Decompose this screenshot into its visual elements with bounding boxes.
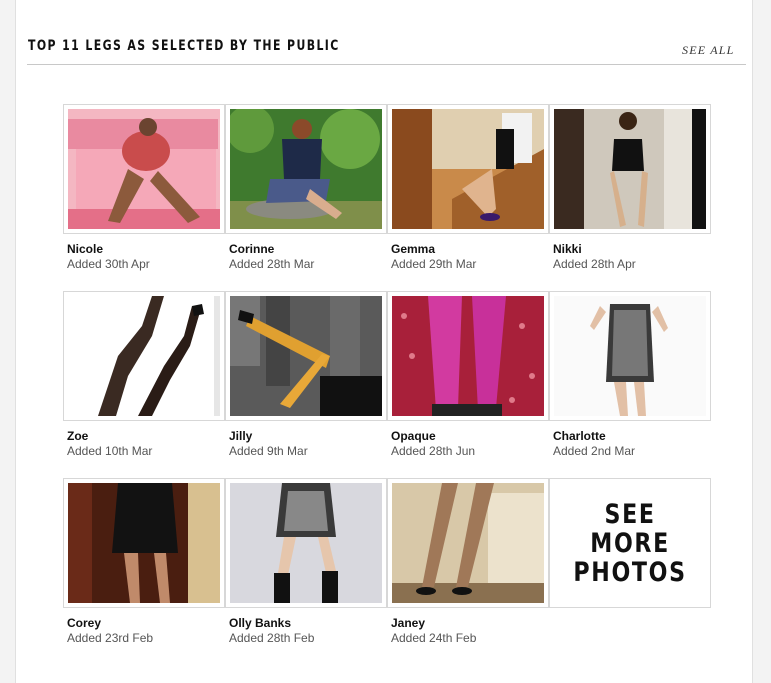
photo-date: Added 29th Mar [391,257,477,271]
photo-date: Added 28th Apr [553,257,636,271]
photo-image [392,109,544,229]
see-more-photos-button[interactable]: SEE MORE PHOTOS [549,478,711,608]
photo-name[interactable]: Corey [67,616,101,630]
photo-date: Added 23rd Feb [67,631,154,645]
photo-image [230,296,382,416]
photo-image [554,296,706,416]
photo-thumbnail[interactable] [387,478,549,608]
photo-name[interactable]: Corinne [229,242,274,256]
section-title: TOP 11 LEGS AS SELECTED BY THE PUBLIC [28,38,340,54]
photo-image [68,483,220,603]
photo-thumbnail[interactable] [387,291,549,421]
photo-image [392,483,544,603]
photo-name[interactable]: Nikki [553,242,582,256]
photo-thumbnail[interactable] [387,104,549,234]
photo-name[interactable]: Nicole [67,242,103,256]
photo-image [68,296,220,416]
photo-date: Added 28th Feb [229,631,315,645]
photo-thumbnail[interactable] [225,291,387,421]
photo-name[interactable]: Olly Banks [229,616,291,630]
photo-thumbnail[interactable] [225,478,387,608]
photo-thumbnail[interactable] [63,478,225,608]
header-divider [27,64,746,65]
photo-image [68,109,220,229]
photo-date: Added 28th Mar [229,257,315,271]
photo-name[interactable]: Gemma [391,242,435,256]
photo-date: Added 24th Feb [391,631,477,645]
photo-thumbnail[interactable] [225,104,387,234]
photo-name[interactable]: Zoe [67,429,88,443]
photo-date: Added 28th Jun [391,444,476,458]
photo-date: Added 9th Mar [229,444,308,458]
photo-name[interactable]: Opaque [391,429,436,443]
photo-date: Added 2nd Mar [553,444,636,458]
photo-name[interactable]: Jilly [229,429,252,443]
photo-thumbnail[interactable] [549,104,711,234]
photo-name[interactable]: Janey [391,616,425,630]
photo-thumbnail[interactable] [63,104,225,234]
photo-image [554,109,706,229]
photo-name[interactable]: Charlotte [553,429,606,443]
see-more-label: SEE MORE PHOTOS [573,498,687,588]
photo-thumbnail[interactable] [549,291,711,421]
photo-thumbnail[interactable] [63,291,225,421]
photo-image [230,483,382,603]
photo-image [230,109,382,229]
photo-date: Added 10th Mar [67,444,153,458]
photo-date: Added 30th Apr [67,257,150,271]
photo-image [392,296,544,416]
see-all-link[interactable]: SEE ALL [682,43,735,58]
